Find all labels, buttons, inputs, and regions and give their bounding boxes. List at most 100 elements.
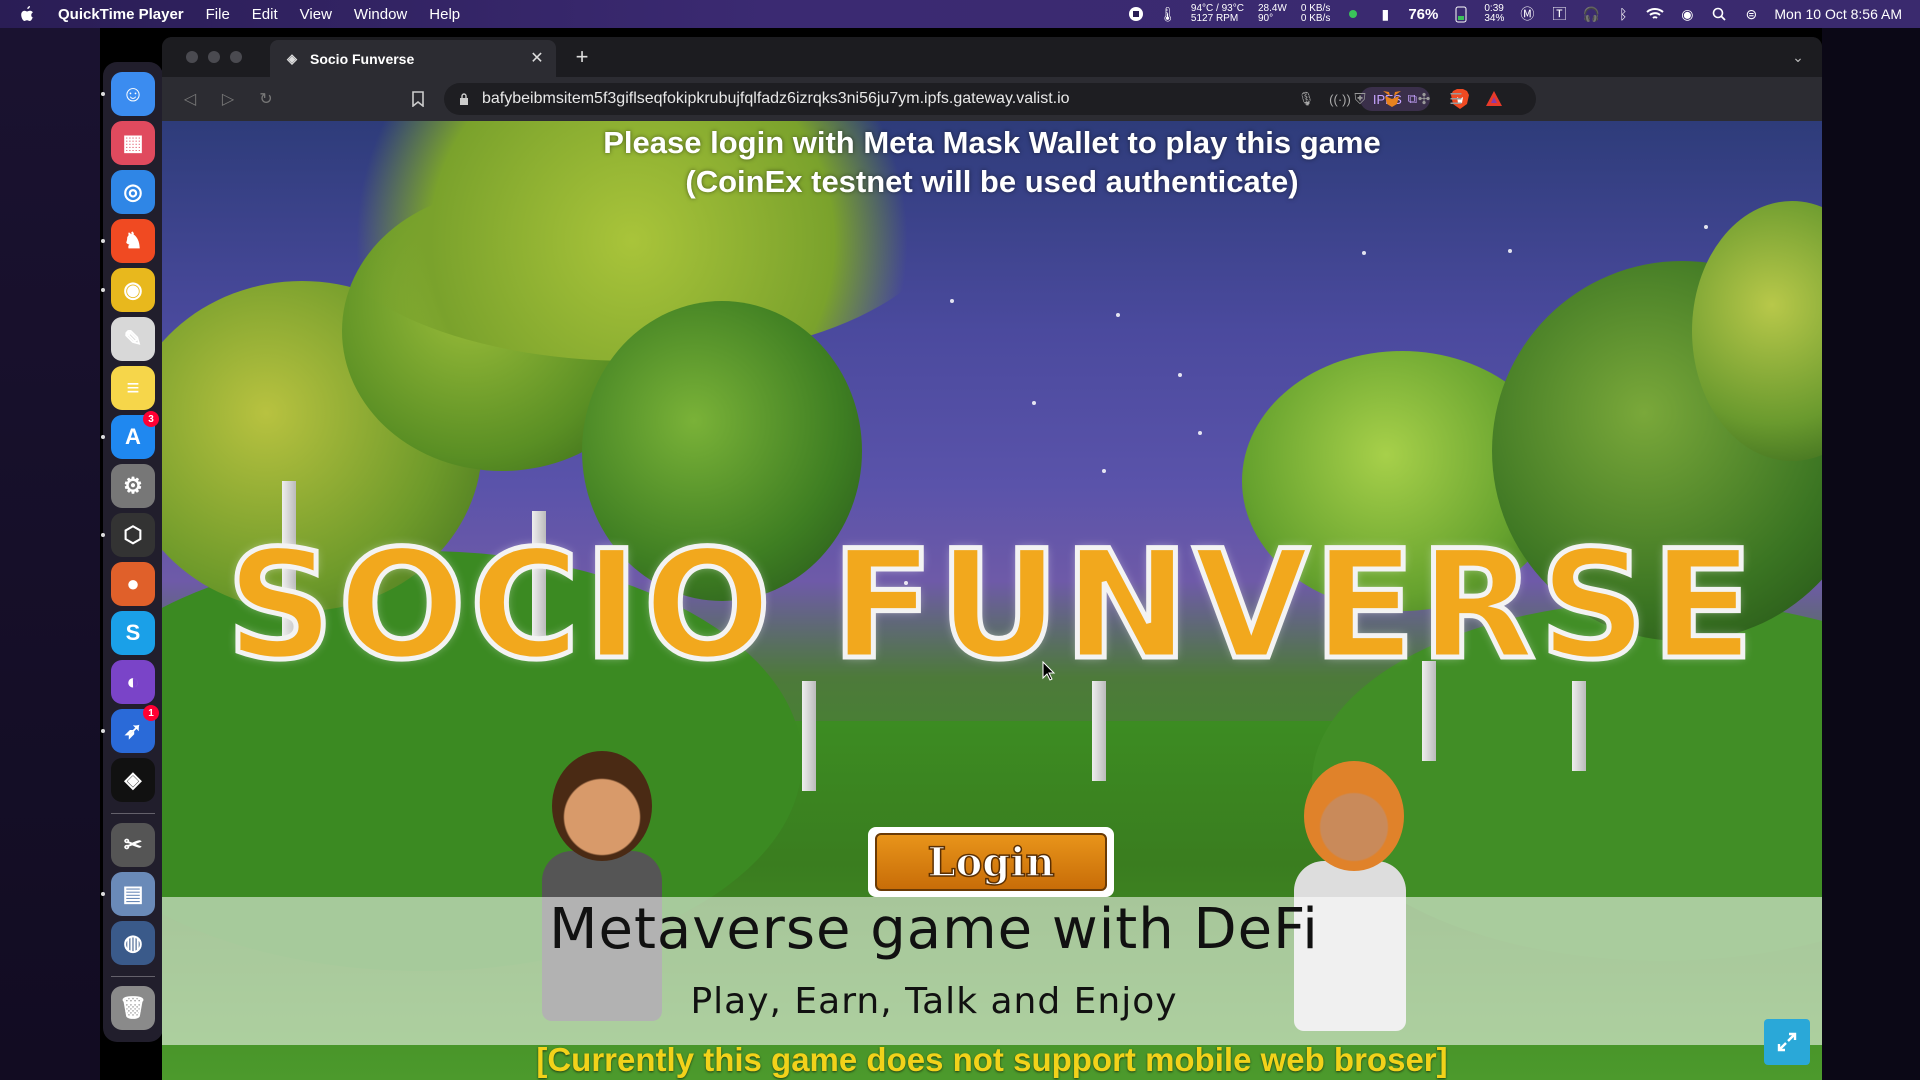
window-zoom-button[interactable] [230, 51, 242, 63]
desktop-background-right [1822, 28, 1920, 1080]
net-line-2: 0 KB/s [1300, 13, 1331, 24]
new-tab-icon[interactable]: + [568, 43, 596, 71]
dock-github-desktop-icon[interactable]: ◐ [111, 660, 155, 704]
reload-icon[interactable]: ↻ [254, 87, 278, 111]
dock-system-preferences-icon[interactable]: ⚙ [111, 464, 155, 508]
t-app-icon[interactable]: 🅃 [1550, 6, 1568, 22]
dock-launchpad-icon[interactable]: ▦ [111, 121, 155, 165]
dock-postman-icon[interactable]: ● [111, 562, 155, 606]
power-readout[interactable]: 28.4W 90° [1258, 4, 1287, 24]
tab-close-icon[interactable]: ✕ [528, 49, 546, 67]
star [1362, 251, 1366, 255]
dock-finder-icon[interactable]: ☺ [101, 72, 155, 116]
dock-chrome-icon[interactable]: ◉ [101, 268, 155, 312]
sub-tagline: Play, Earn, Talk and Enjoy [690, 981, 1178, 1022]
dock-skype-icon[interactable]: S [111, 611, 155, 655]
cpu-percent[interactable]: 76% [1408, 6, 1438, 23]
lock-icon[interactable] [454, 89, 474, 109]
back-icon[interactable]: ◁ [178, 87, 202, 111]
dock-running-indicator [101, 288, 105, 292]
star [1116, 313, 1120, 317]
url-text[interactable]: bafybeibmsitem5f3giflseqfokipkrubujfqlfa… [482, 90, 1070, 108]
wifi-icon[interactable] [1646, 6, 1665, 22]
tab-bar: ◈ Socio Funverse ✕ + ⌄ [162, 37, 1822, 77]
microphone-blocked-icon[interactable]: 🎙 [1296, 89, 1316, 109]
m-app-icon[interactable]: Ⓜ [1518, 6, 1536, 22]
menu-status-area: 🌡 94°C / 93°C 5127 RPM 28.4W 90° 0 KB/s … [1127, 0, 1902, 28]
game-viewport[interactable]: Please login with Meta Mask Wallet to pl… [162, 121, 1822, 1080]
dock-unity-icon[interactable]: ◈ [111, 758, 155, 802]
extensions-puzzle-icon[interactable]: ✣ [1412, 87, 1436, 111]
login-button-label[interactable]: Login [875, 833, 1107, 891]
dock-running-indicator [101, 435, 105, 439]
chevron-down-icon[interactable]: ⌄ [1786, 45, 1810, 69]
star [1032, 401, 1036, 405]
menu-datetime[interactable]: Mon 10 Oct 8:56 AM [1774, 6, 1902, 22]
brave-rewards-icon[interactable] [1484, 89, 1504, 109]
dock-app-store-icon[interactable]: A3 [101, 411, 159, 459]
record-stop-icon[interactable] [1127, 6, 1145, 22]
unity-hub-glyph-icon: ⬡ [123, 522, 143, 547]
dock-remote-desktop-icon[interactable]: ➶ 1 [101, 705, 159, 753]
dock-textedit-icon[interactable]: ✎ [111, 317, 155, 361]
star [1102, 469, 1106, 473]
address-bar[interactable]: bafybeibmsitem5f3giflseqfokipkrubujfqlfa… [444, 83, 1536, 115]
system-preferences-glyph-icon: ⚙ [123, 473, 143, 498]
tagline-banner: Metaverse game with DeFi Play, Earn, Tal… [162, 897, 1822, 1045]
broadcast-icon[interactable]: ((·)) [1329, 89, 1351, 109]
mouse-cursor-icon [1042, 661, 1056, 681]
temps-readout[interactable]: 94°C / 93°C 5127 RPM [1191, 4, 1244, 24]
safari-glyph-icon: ◎ [123, 179, 143, 204]
mobile-support-note: [Currently this game does not support mo… [536, 1041, 1448, 1078]
menu-help[interactable]: Help [429, 6, 460, 23]
notes-glyph-icon: ≡ [126, 375, 140, 400]
forward-icon[interactable]: ▷ [216, 87, 240, 111]
birch-trunk [802, 681, 816, 791]
shield-icon[interactable]: ⛨ [1348, 87, 1372, 111]
metamask-fox-icon[interactable] [1380, 87, 1404, 111]
dock-badge: 1 [143, 705, 159, 721]
battery-line-2: 34% [1484, 13, 1505, 24]
dock-running-indicator [101, 92, 105, 96]
login-prompt-line-1: Please login with Meta Mask Wallet to pl… [603, 125, 1381, 160]
menu-app-name[interactable]: QuickTime Player [58, 6, 184, 23]
dock-running-indicator [101, 892, 105, 896]
dock-unity-hub-icon[interactable]: ⬡ [101, 513, 155, 557]
menu-hamburger-icon[interactable]: ☰ [1444, 87, 1468, 111]
control-center-icon[interactable]: ⊜ [1742, 6, 1760, 22]
battery-readout[interactable]: 0:39 34% [1484, 4, 1504, 24]
dock-disk-utility-icon[interactable]: ✂ [111, 823, 155, 867]
chrome-glyph-icon: ◉ [123, 277, 143, 302]
unity-favicon-icon: ◈ [287, 50, 297, 66]
app-store-glyph-icon: A [125, 424, 141, 449]
headphones-icon[interactable]: 🎧 [1582, 6, 1600, 22]
menu-window[interactable]: Window [354, 6, 407, 23]
male-character-head [552, 751, 652, 861]
fullscreen-icon[interactable] [1764, 1019, 1810, 1065]
skype-glyph-icon: S [125, 620, 141, 645]
dock-safari-icon[interactable]: ◎ [111, 170, 155, 214]
bookmark-icon[interactable] [406, 87, 430, 111]
user-icon[interactable]: ◉ [1678, 6, 1696, 22]
dock-running-indicator [101, 729, 105, 733]
window-minimize-button[interactable] [208, 51, 220, 63]
menu-view[interactable]: View [300, 6, 332, 23]
dock-quicktime-icon[interactable]: ◍ [111, 921, 155, 965]
menu-file[interactable]: File [206, 6, 230, 23]
dock-preview-icon[interactable]: ▤ [101, 872, 155, 916]
search-icon[interactable] [1710, 6, 1728, 22]
login-button[interactable]: Login [868, 827, 1114, 897]
window-close-button[interactable] [186, 51, 198, 63]
remote-desktop-glyph-icon: ➶ [123, 718, 143, 743]
bluetooth-icon[interactable]: ᛒ [1614, 6, 1632, 22]
tab-socio-funverse[interactable]: ◈ Socio Funverse ✕ [270, 40, 556, 77]
network-readout[interactable]: 0 KB/s 0 KB/s [1301, 4, 1330, 24]
dock-trash-icon[interactable]: 🗑 [111, 986, 155, 1030]
dock-brave-icon[interactable]: ♞ [101, 219, 155, 263]
dock: ☺ ▦ ◎ ♞ ◉ ✎ ≡ A 3 ⚙ ⬡ ● S ◐ ➶ 1 ◈ ✂ ▤ ◍ 🗑 [101, 62, 163, 1042]
apple-logo-icon[interactable] [18, 5, 36, 23]
dock-notes-icon[interactable]: ≡ [111, 366, 155, 410]
menu-edit[interactable]: Edit [252, 6, 278, 23]
star [1198, 431, 1202, 435]
star [1178, 373, 1182, 377]
